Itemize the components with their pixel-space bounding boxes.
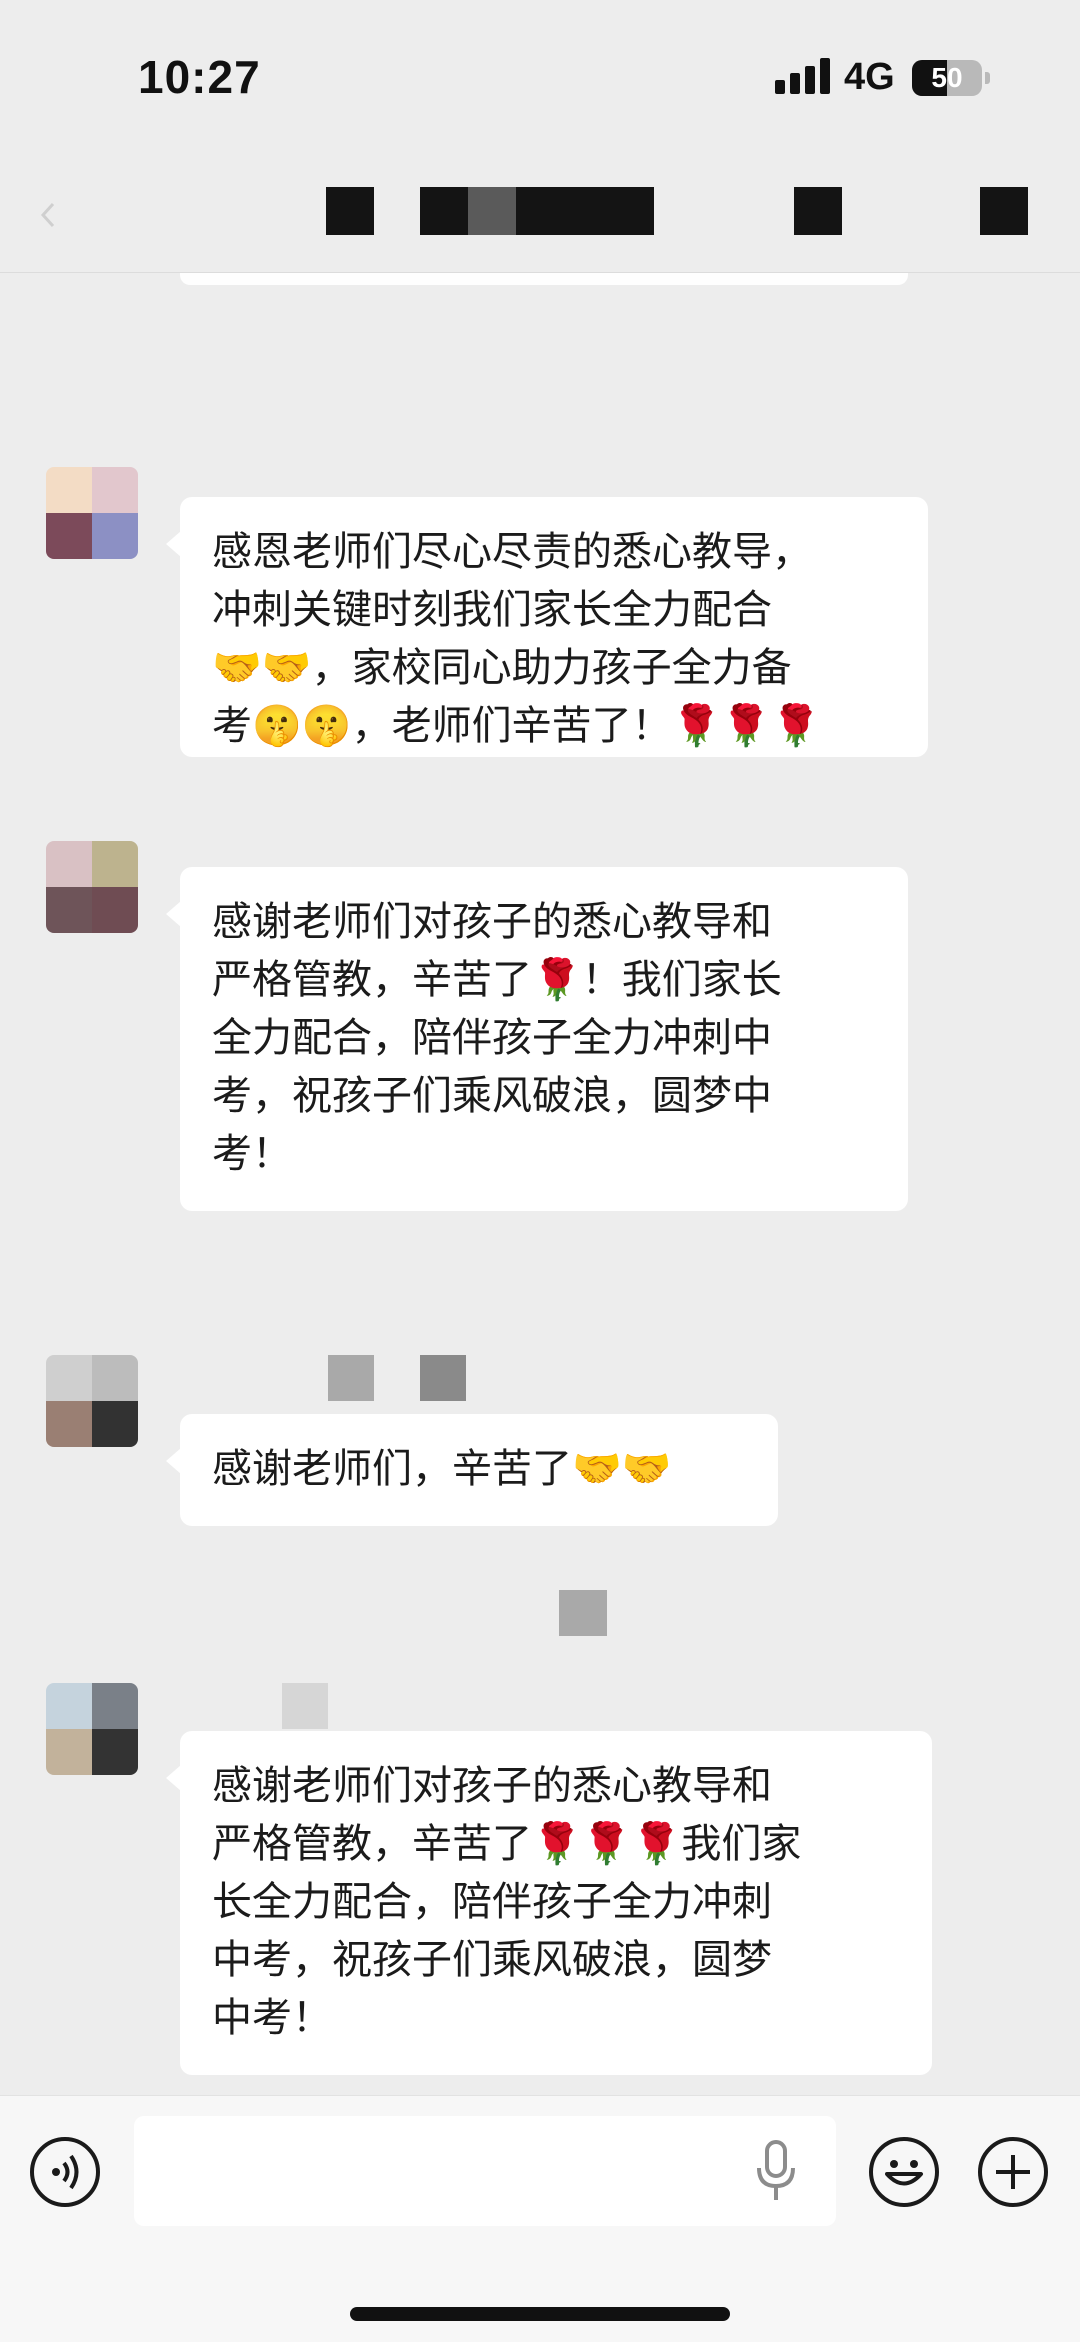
redacted-title-block (980, 187, 1028, 235)
avatar-pixel (92, 1355, 138, 1401)
redacted-title-block (420, 187, 468, 235)
avatar-pixel (92, 467, 138, 513)
status-bar: 10:27 4G 50 (0, 0, 1080, 160)
redacted-sender-name (282, 1683, 328, 1729)
redacted-sender-name (420, 1355, 466, 1401)
redacted-marker (559, 1590, 607, 1636)
redacted-title-block (516, 187, 654, 235)
home-indicator[interactable] (350, 2307, 730, 2321)
status-time: 10:27 (138, 51, 261, 103)
avatar[interactable] (46, 1355, 138, 1447)
avatar-pixel (46, 513, 92, 559)
avatar-pixel (92, 1401, 138, 1447)
message-bubble[interactable]: 感谢老师们，辛苦了🤝🤝 (166, 1414, 778, 1526)
previous-message-bubble-edge (180, 273, 908, 285)
avatar-pixel (92, 1683, 138, 1729)
battery-level: 50 (931, 62, 963, 93)
redacted-title-block (468, 187, 516, 235)
redacted-title-block (794, 187, 842, 235)
avatar-pixel (46, 1355, 92, 1401)
network-type: 4G (844, 56, 895, 98)
avatar-pixel (46, 1683, 92, 1729)
avatar-pixel (46, 1401, 92, 1447)
chevron-left-icon[interactable] (38, 200, 68, 230)
chat-input-bar (0, 2095, 1080, 2342)
chat-header (0, 160, 1080, 273)
avatar[interactable] (46, 1683, 138, 1775)
battery-icon: 50 (912, 60, 982, 96)
message-input[interactable] (134, 2116, 836, 2226)
avatar-pixel (92, 1729, 138, 1775)
emoji-icon[interactable] (869, 2137, 939, 2207)
avatar-pixel (92, 513, 138, 559)
avatar-pixel (46, 467, 92, 513)
message-bubble[interactable]: 感恩老师们尽心尽责的悉心教导， 冲刺关键时刻我们家长全力配合 🤝🤝，家校同心助力… (166, 497, 928, 757)
avatar-pixel (92, 841, 138, 887)
avatar-pixel (46, 887, 92, 933)
avatar[interactable] (46, 467, 138, 559)
redacted-title-block (326, 187, 374, 235)
avatar-pixel (92, 887, 138, 933)
plus-icon[interactable] (978, 2137, 1048, 2207)
redacted-sender-name (328, 1355, 374, 1401)
chat-message-list[interactable]: 感恩老师们尽心尽责的悉心教导， 冲刺关键时刻我们家长全力配合 🤝🤝，家校同心助力… (0, 273, 1080, 2095)
message-bubble[interactable]: 感谢老师们对孩子的悉心教导和 严格管教，辛苦了🌹🌹🌹我们家 长全力配合，陪伴孩子… (166, 1731, 932, 2075)
avatar[interactable] (46, 841, 138, 933)
microphone-icon[interactable] (754, 2140, 798, 2204)
battery-tip (985, 72, 990, 84)
signal-icon (775, 58, 831, 94)
voice-icon[interactable] (30, 2137, 100, 2207)
avatar-pixel (46, 841, 92, 887)
avatar-pixel (46, 1729, 92, 1775)
message-bubble[interactable]: 感谢老师们对孩子的悉心教导和 严格管教，辛苦了🌹！我们家长 全力配合，陪伴孩子全… (166, 867, 908, 1211)
